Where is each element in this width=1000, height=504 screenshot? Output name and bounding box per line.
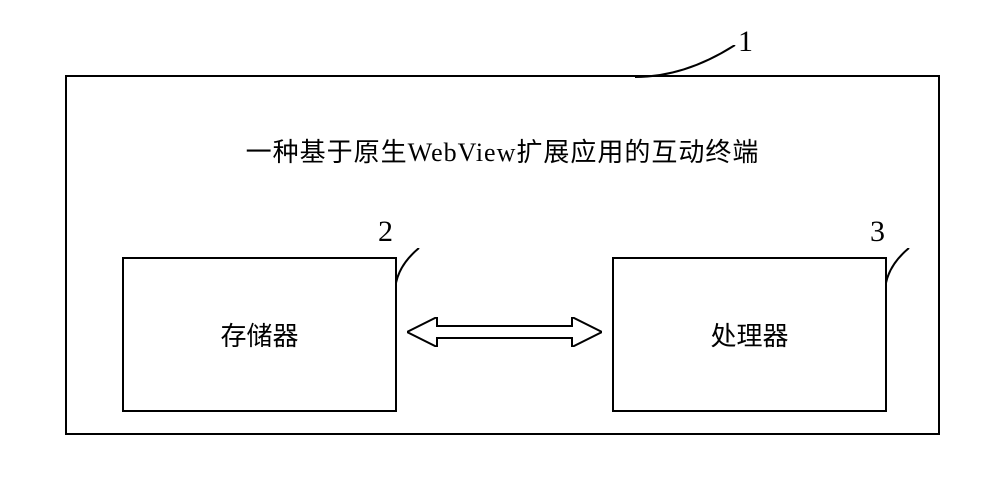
- diagram-title: 一种基于原生WebView扩展应用的互动终端: [67, 132, 938, 169]
- box-storage-label: 存储器: [220, 316, 298, 353]
- box-storage: 存储器: [122, 257, 397, 412]
- diagram-container: 一种基于原生WebView扩展应用的互动终端 存储器 处理器: [65, 75, 940, 435]
- box-processor-label: 处理器: [710, 316, 788, 353]
- label-1: 1: [738, 25, 753, 59]
- label-3: 3: [870, 215, 885, 249]
- box-processor: 处理器: [612, 257, 887, 412]
- bidirectional-arrow-icon: [407, 317, 602, 347]
- label-2: 2: [378, 215, 393, 249]
